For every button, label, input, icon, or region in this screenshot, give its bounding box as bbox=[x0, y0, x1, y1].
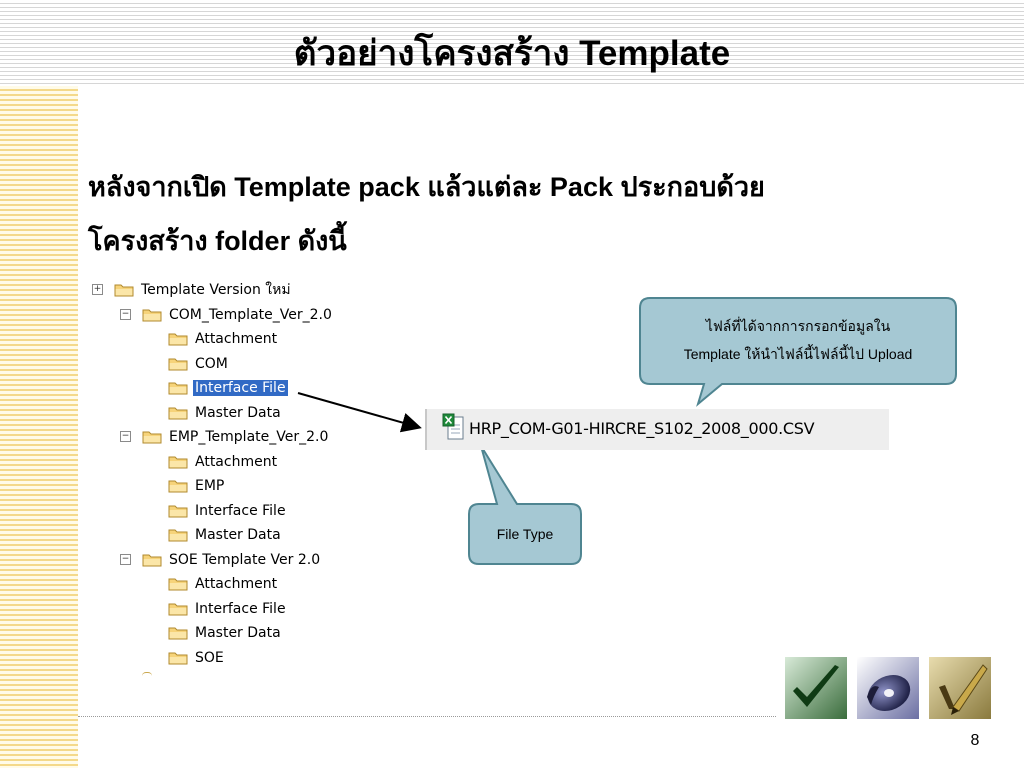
pen-check-image bbox=[929, 657, 991, 719]
check-mark-image bbox=[785, 657, 847, 719]
file-entry[interactable]: HRP_COM-G01-HIRCRE_S102_2008_000.CSV bbox=[425, 409, 889, 450]
callouts-layer bbox=[297, 297, 957, 565]
excel-csv-icon bbox=[442, 413, 464, 440]
pointer-arrow bbox=[297, 392, 422, 433]
upload-callout: ไฟล์ที่ได้จากการกรอกข้อมูลใน Template ให… bbox=[640, 312, 956, 368]
page-number: 8 bbox=[970, 732, 980, 749]
upload-callout-line-1: ไฟล์ที่ได้จากการกรอกข้อมูลใน bbox=[705, 318, 891, 334]
footer-divider bbox=[78, 716, 776, 717]
file-name: HRP_COM-G01-HIRCRE_S102_2008_000.CSV bbox=[469, 419, 815, 438]
upload-callout-line-2: Template ให้นำไฟล์นี้ไฟล์นี้ไป Upload bbox=[683, 346, 913, 362]
file-type-callout: File Type bbox=[496, 526, 554, 542]
cd-disc-image bbox=[857, 657, 919, 719]
